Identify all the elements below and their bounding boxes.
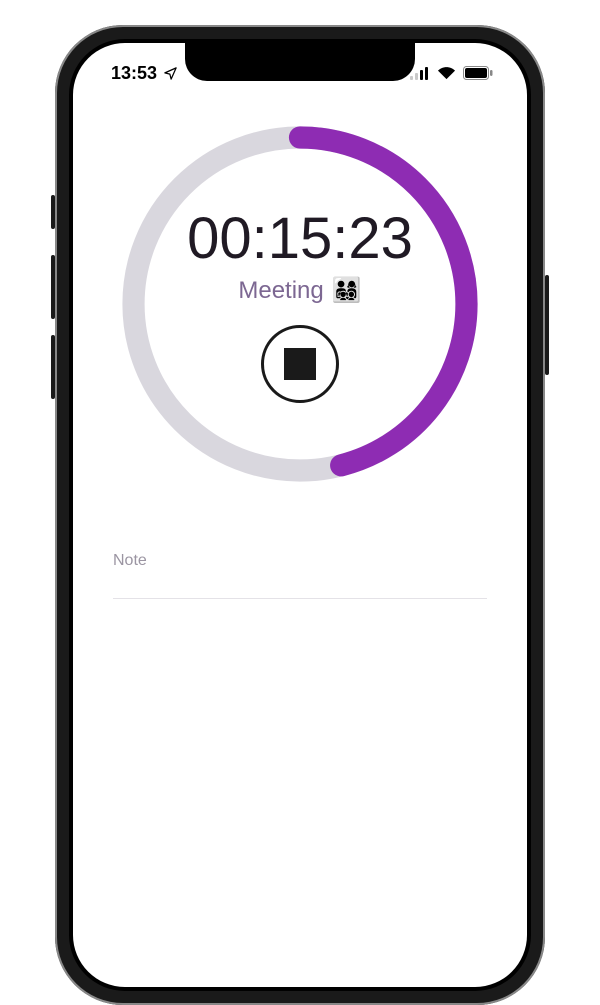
screen: 13:53 bbox=[73, 43, 527, 987]
cellular-icon bbox=[410, 67, 430, 80]
wifi-icon bbox=[437, 66, 456, 80]
volume-up-button[interactable] bbox=[51, 255, 55, 319]
stop-button[interactable] bbox=[261, 325, 339, 403]
progress-ring: 00:15:23 Meeting 👨‍👩‍👧‍👦 bbox=[115, 119, 485, 489]
timer-area: 00:15:23 Meeting 👨‍👩‍👧‍👦 bbox=[73, 119, 527, 489]
status-time: 13:53 bbox=[111, 63, 157, 84]
elapsed-time: 00:15:23 bbox=[187, 205, 413, 272]
power-button[interactable] bbox=[545, 275, 549, 375]
task-row[interactable]: Meeting 👨‍👩‍👧‍👦 bbox=[238, 276, 361, 305]
location-arrow-icon bbox=[163, 66, 178, 81]
battery-full-icon bbox=[463, 66, 493, 80]
note-input[interactable]: Note bbox=[113, 531, 487, 599]
family-emoji-icon: 👨‍👩‍👧‍👦 bbox=[332, 276, 362, 305]
volume-down-button[interactable] bbox=[51, 335, 55, 399]
notch bbox=[185, 43, 415, 81]
phone-bezel: 13:53 bbox=[69, 39, 531, 991]
stop-icon bbox=[284, 348, 316, 380]
task-label: Meeting bbox=[238, 277, 323, 305]
phone-frame: 13:53 bbox=[55, 25, 545, 1005]
note-placeholder: Note bbox=[113, 552, 147, 570]
mute-switch[interactable] bbox=[51, 195, 55, 229]
